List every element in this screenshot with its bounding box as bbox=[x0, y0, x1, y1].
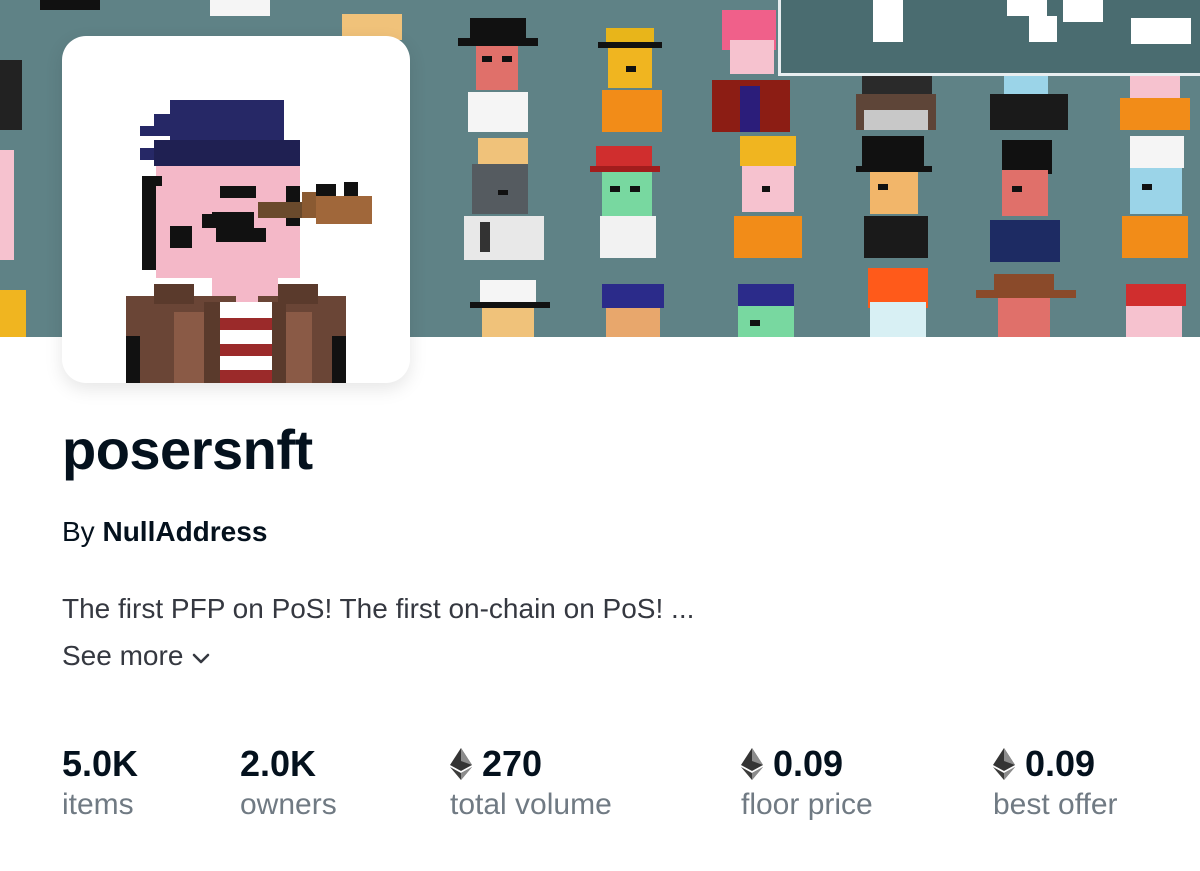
collection-title: posersnft bbox=[62, 418, 313, 481]
banner-overlay-image bbox=[778, 0, 1200, 76]
stat-label: items bbox=[62, 787, 134, 821]
creator-link[interactable]: NullAddress bbox=[102, 516, 267, 547]
stat-value: 270 bbox=[450, 744, 612, 784]
stat-best-offer[interactable]: 0.09 best offer bbox=[993, 744, 1118, 822]
stat-label: total volume bbox=[450, 787, 612, 821]
stat-floor-price[interactable]: 0.09 floor price bbox=[741, 744, 873, 822]
stat-label: best offer bbox=[993, 787, 1118, 821]
stat-total-volume[interactable]: 270 total volume bbox=[450, 744, 612, 822]
stat-value: 0.09 bbox=[993, 744, 1118, 784]
ethereum-icon bbox=[993, 747, 1015, 780]
stat-label: floor price bbox=[741, 787, 873, 821]
collection-description: The first PFP on PoS! The first on-chain… bbox=[62, 593, 695, 624]
stat-value-text: 270 bbox=[482, 743, 543, 784]
stat-value: 5.0K bbox=[62, 744, 138, 784]
avatar-pixel-art bbox=[126, 100, 372, 383]
stat-value: 2.0K bbox=[240, 744, 337, 784]
stat-value: 0.09 bbox=[741, 744, 873, 784]
stat-value-text: 0.09 bbox=[1025, 743, 1096, 784]
stat-items[interactable]: 5.0K items bbox=[62, 744, 138, 822]
by-prefix: By bbox=[62, 516, 95, 547]
see-more-label: See more bbox=[62, 640, 184, 671]
stat-value-text: 5.0K bbox=[62, 743, 139, 784]
chevron-down-icon bbox=[193, 653, 210, 663]
stat-owners[interactable]: 2.0K owners bbox=[240, 744, 337, 822]
stat-label: owners bbox=[240, 787, 337, 821]
ethereum-icon bbox=[450, 747, 472, 780]
see-more-button[interactable]: See more bbox=[62, 640, 211, 672]
creator-line: By NullAddress bbox=[62, 516, 267, 548]
ethereum-icon bbox=[741, 747, 763, 780]
stat-value-text: 0.09 bbox=[773, 743, 844, 784]
collection-avatar bbox=[62, 36, 410, 383]
stat-value-text: 2.0K bbox=[240, 743, 317, 784]
